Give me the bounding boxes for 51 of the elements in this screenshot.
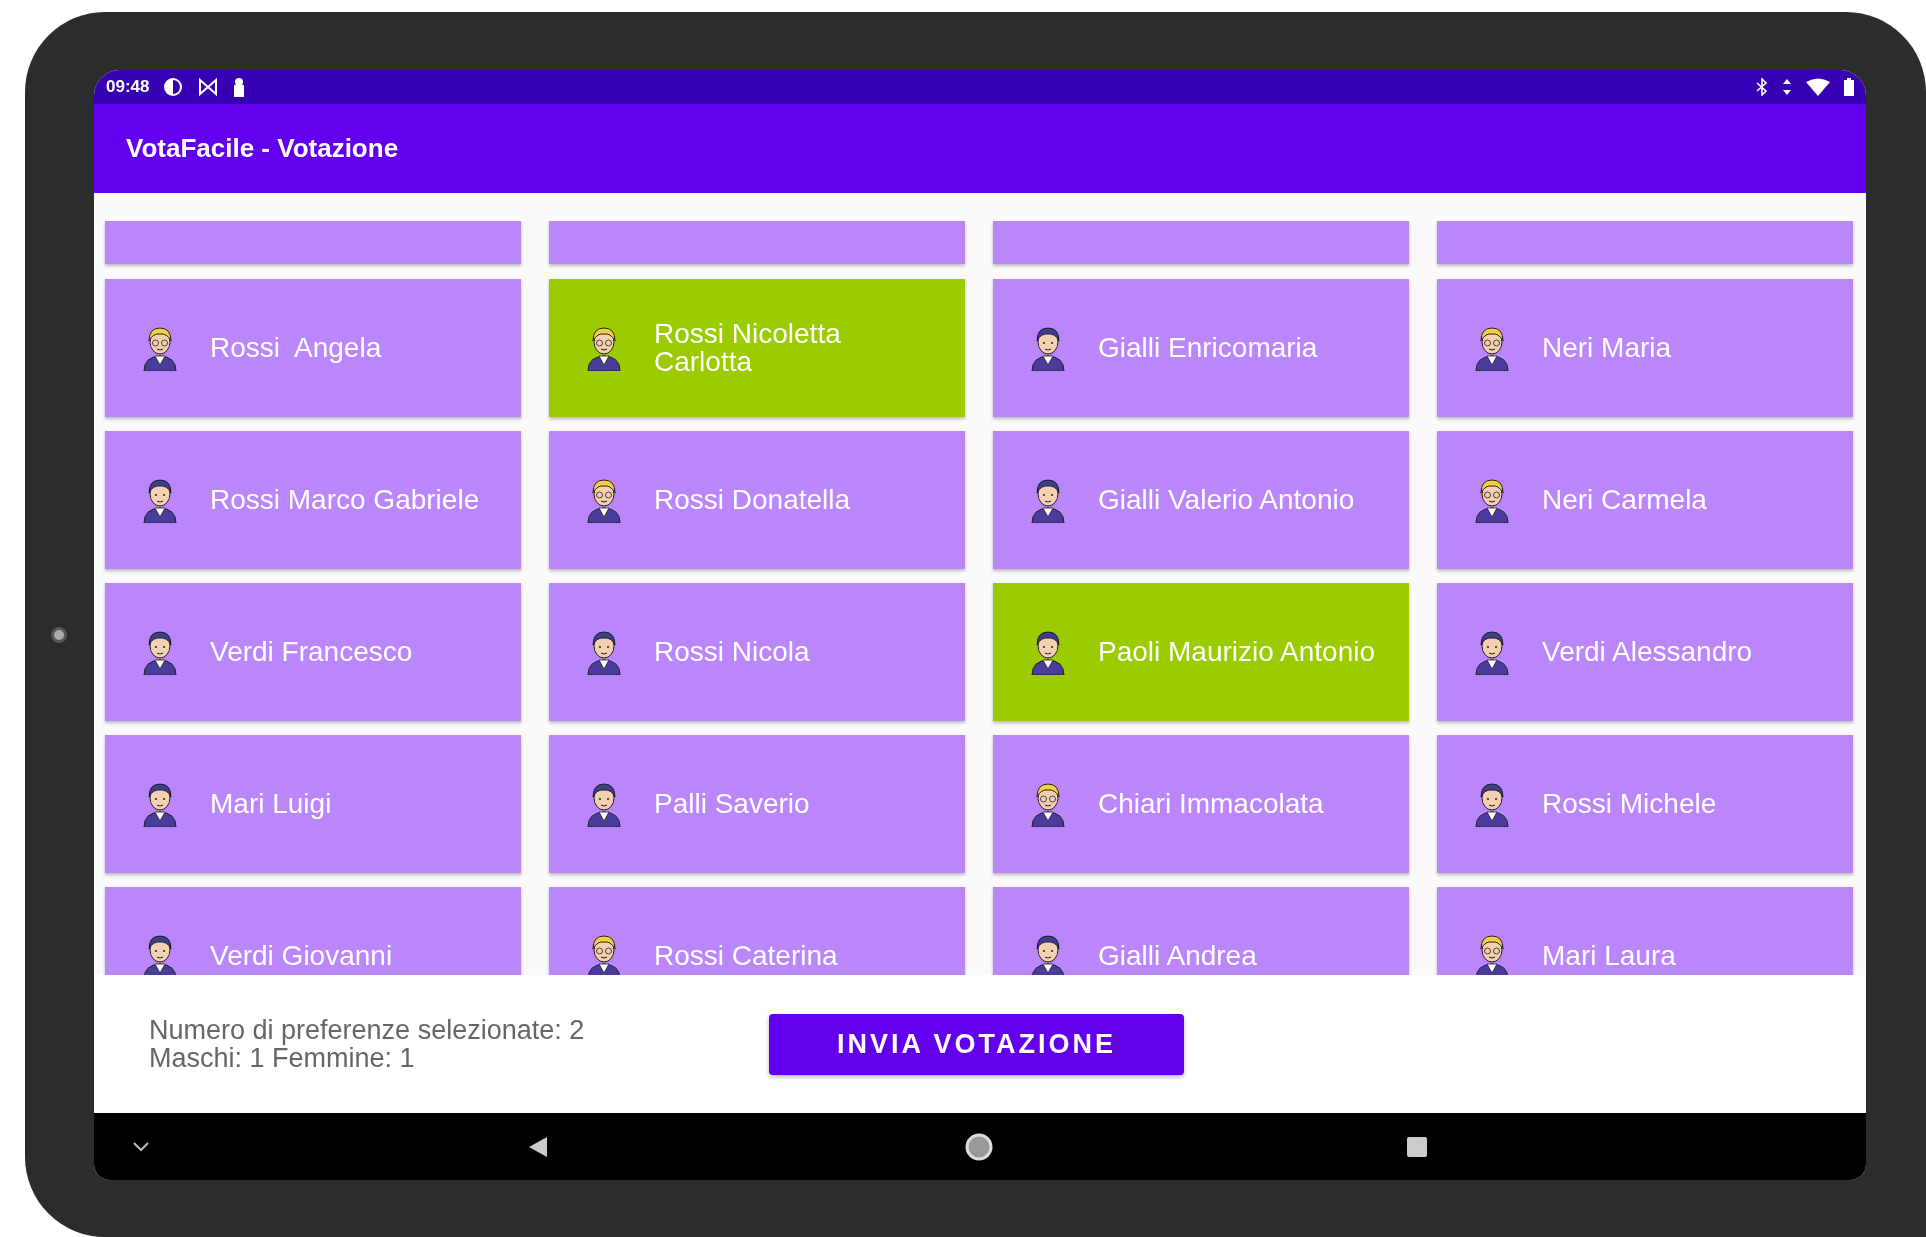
man-avatar-icon bbox=[1028, 325, 1068, 371]
home-icon[interactable] bbox=[964, 1131, 994, 1162]
woman-avatar-icon bbox=[1472, 477, 1512, 523]
candidate-button[interactable]: Rossi Angela bbox=[105, 279, 521, 417]
woman-avatar-icon bbox=[1472, 325, 1512, 371]
candidate-button[interactable]: Gialli Valerio Antonio bbox=[993, 431, 1409, 569]
candidate-button[interactable]: Rossi Caterina bbox=[549, 887, 965, 975]
candidate-button[interactable]: Mari Laura bbox=[1437, 887, 1853, 975]
candidate-button[interactable]: Rossi Nicola bbox=[549, 583, 965, 721]
candidate-button[interactable]: Rossi Marco Gabriele bbox=[105, 431, 521, 569]
app-title: VotaFacile - Votazione bbox=[126, 133, 399, 164]
candidate-button[interactable]: Palli Saverio bbox=[549, 735, 965, 873]
bluetooth-icon bbox=[1756, 78, 1768, 96]
man-avatar-icon bbox=[1028, 629, 1068, 675]
camera-icon bbox=[51, 627, 67, 643]
woman-avatar-icon bbox=[584, 477, 624, 523]
candidate-button[interactable]: Verdi Giovanni bbox=[105, 887, 521, 975]
candidate-button[interactable]: Neri Maria bbox=[1437, 279, 1853, 417]
man-avatar-icon bbox=[140, 629, 180, 675]
candidate-button[interactable]: Rossi Donatella bbox=[549, 431, 965, 569]
chevron-down-icon[interactable] bbox=[132, 1140, 150, 1153]
candidate-button[interactable]: Rossi Michele bbox=[1437, 735, 1853, 873]
data-arrows-icon bbox=[1782, 78, 1792, 96]
selection-count-text: Numero di preferenze selezionate: 2 bbox=[149, 1015, 586, 1044]
back-icon[interactable] bbox=[528, 1135, 548, 1158]
battery-icon bbox=[1844, 78, 1854, 96]
candidate-button[interactable]: Chiari Immacolata bbox=[993, 735, 1409, 873]
woman-avatar-icon bbox=[584, 325, 624, 371]
candidate-button[interactable]: Gialli Andrea bbox=[993, 887, 1409, 975]
circle-icon bbox=[163, 77, 184, 97]
candidate-button[interactable]: Verdi Alessandro bbox=[1437, 583, 1853, 721]
candidate-button[interactable]: Neri Carmela bbox=[1437, 431, 1853, 569]
gender-count-text: Maschi: 1 Femmine: 1 bbox=[149, 1044, 416, 1073]
man-avatar-icon bbox=[1472, 781, 1512, 827]
woman-avatar-icon bbox=[1028, 781, 1068, 827]
status-time: 09:48 bbox=[106, 77, 150, 97]
candidate-button[interactable]: Mari Luigi bbox=[105, 735, 521, 873]
wifi-icon bbox=[1806, 78, 1830, 96]
candidate-button[interactable]: Paoli Maurizio Antonio bbox=[993, 583, 1409, 721]
man-avatar-icon bbox=[140, 477, 180, 523]
candidate-button[interactable]: Rossi Nicoletta Carlotta bbox=[549, 279, 965, 417]
man-avatar-icon bbox=[1472, 629, 1512, 675]
man-avatar-icon bbox=[140, 781, 180, 827]
woman-avatar-icon bbox=[140, 325, 180, 371]
man-avatar-icon bbox=[584, 629, 624, 675]
candidate-button[interactable]: Verdi Francesco bbox=[105, 583, 521, 721]
man-avatar-icon bbox=[584, 781, 624, 827]
recents-icon[interactable] bbox=[1406, 1135, 1428, 1158]
candidate-button[interactable]: Gialli Enricomaria bbox=[993, 279, 1409, 417]
man-avatar-icon bbox=[1028, 477, 1068, 523]
submit-vote-button[interactable]: INVIA VOTAZIONE bbox=[769, 1013, 1184, 1075]
